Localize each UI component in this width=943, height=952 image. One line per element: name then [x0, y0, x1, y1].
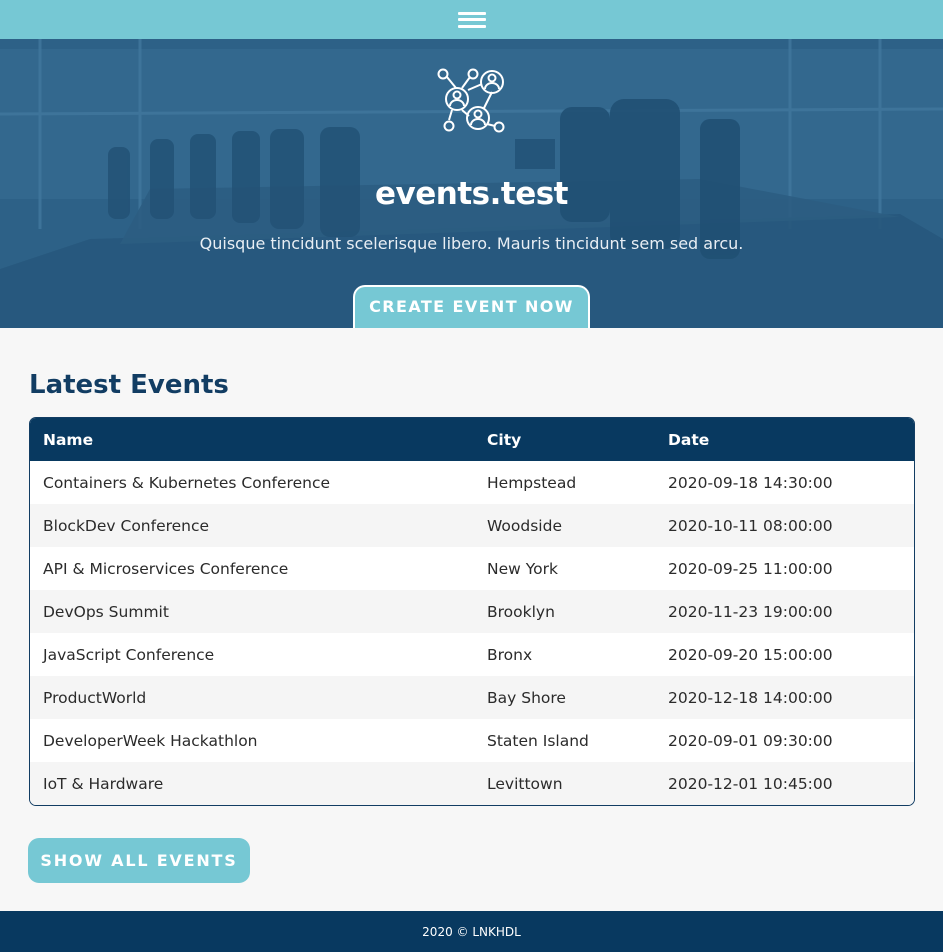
column-header-city: City	[487, 430, 522, 449]
event-date-cell: 2020-09-18 14:30:00	[668, 473, 833, 492]
events-table: Name City Date Containers & Kubernetes C…	[30, 418, 914, 805]
events-table-container: Name City Date Containers & Kubernetes C…	[29, 417, 915, 806]
table-row[interactable]: DevOps Summit Brooklyn 2020-11-23 19:00:…	[30, 590, 914, 633]
table-row[interactable]: JavaScript Conference Bronx 2020-09-20 1…	[30, 633, 914, 676]
table-row[interactable]: BlockDev Conference Woodside 2020-10-11 …	[30, 504, 914, 547]
event-name-cell: Containers & Kubernetes Conference	[43, 473, 330, 492]
hero-banner: events.test Quisque tincidunt scelerisqu…	[0, 39, 943, 328]
table-row[interactable]: API & Microservices Conference New York …	[30, 547, 914, 590]
section-title: Latest Events	[29, 370, 229, 400]
table-row[interactable]: IoT & Hardware Levittown 2020-12-01 10:4…	[30, 762, 914, 805]
event-name-cell: DevOps Summit	[43, 602, 169, 621]
event-date-cell: 2020-11-23 19:00:00	[668, 602, 833, 621]
table-row[interactable]: Containers & Kubernetes Conference Hemps…	[30, 461, 914, 504]
create-event-button[interactable]: CREATE EVENT NOW	[353, 285, 590, 328]
column-header-date: Date	[668, 430, 710, 449]
event-city-cell: Bronx	[487, 645, 533, 664]
event-city-cell: Woodside	[487, 516, 562, 535]
event-name-cell: API & Microservices Conference	[43, 559, 289, 578]
event-city-cell: New York	[487, 559, 558, 578]
event-city-cell: Levittown	[487, 774, 563, 793]
top-navbar	[0, 0, 943, 39]
site-subtitle: Quisque tincidunt scelerisque libero. Ma…	[199, 234, 744, 253]
hamburger-menu-icon[interactable]	[457, 11, 486, 28]
event-name-cell: JavaScript Conference	[43, 645, 215, 664]
event-date-cell: 2020-10-11 08:00:00	[668, 516, 833, 535]
event-date-cell: 2020-12-18 14:00:00	[668, 688, 833, 707]
event-date-cell: 2020-09-20 15:00:00	[668, 645, 833, 664]
event-name-cell: IoT & Hardware	[43, 774, 164, 793]
event-city-cell: Brooklyn	[487, 602, 555, 621]
event-name-cell: ProductWorld	[43, 688, 147, 707]
event-city-cell: Hempstead	[487, 473, 577, 492]
table-row[interactable]: DeveloperWeek Hackathlon Staten Island 2…	[30, 719, 914, 762]
column-header-name: Name	[43, 430, 94, 449]
table-row[interactable]: ProductWorld Bay Shore 2020-12-18 14:00:…	[30, 676, 914, 719]
event-city-cell: Bay Shore	[487, 688, 566, 707]
event-date-cell: 2020-09-25 11:00:00	[668, 559, 833, 578]
network-people-icon	[437, 68, 505, 133]
footer: 2020 © LNKHDL	[0, 911, 943, 952]
event-city-cell: Staten Island	[487, 731, 589, 750]
event-date-cell: 2020-12-01 10:45:00	[668, 774, 833, 793]
show-all-events-button[interactable]: SHOW ALL EVENTS	[28, 838, 250, 883]
event-name-cell: BlockDev Conference	[43, 516, 210, 535]
table-header-row: Name City Date	[30, 418, 914, 461]
footer-copyright: 2020 © LNKHDL	[422, 924, 521, 939]
event-date-cell: 2020-09-01 09:30:00	[668, 731, 833, 750]
event-name-cell: DeveloperWeek Hackathlon	[43, 731, 258, 750]
hero-content: events.test Quisque tincidunt scelerisqu…	[0, 39, 943, 328]
site-title: events.test	[375, 176, 569, 212]
